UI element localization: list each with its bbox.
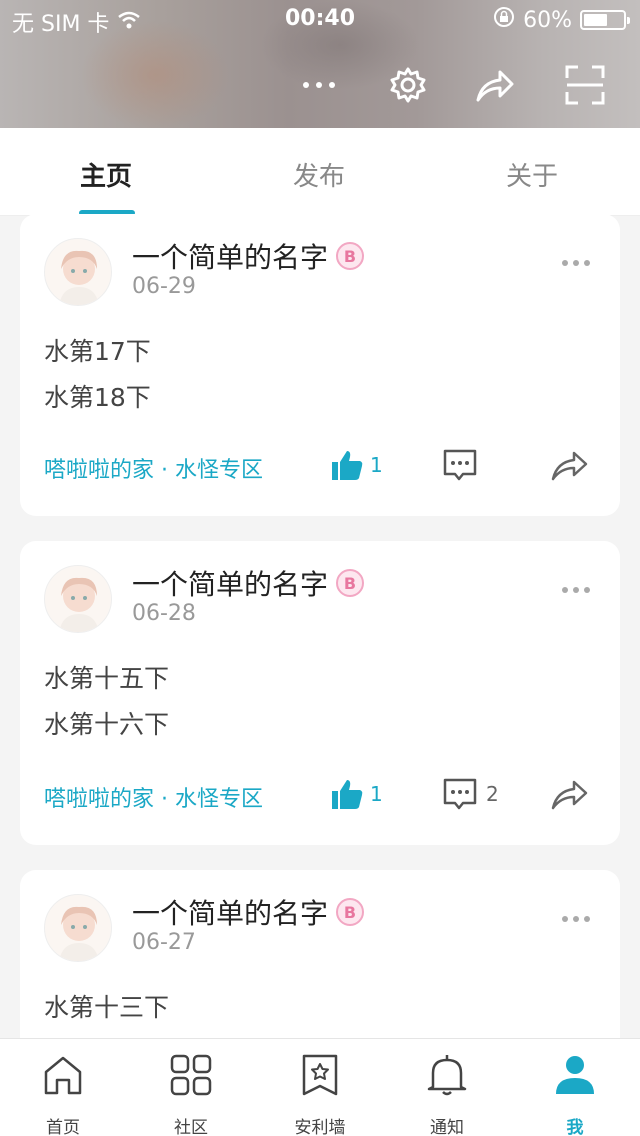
post-text-line: 水第十五下 — [44, 664, 170, 693]
avatar[interactable] — [44, 565, 112, 633]
post-card[interactable]: 一个简单的名字 B 06-28 水第十五下 水第十六下 嗒啦啦的家 · 水怪专区… — [20, 541, 620, 845]
post-share-icon[interactable] — [550, 777, 590, 815]
like-button[interactable]: 1 — [330, 777, 383, 811]
comment-button[interactable]: 2 — [442, 777, 499, 811]
nav-label: 通知 — [430, 1118, 464, 1136]
post-date: 06-27 — [132, 930, 196, 955]
tab-bar: 主页 发布 关于 — [0, 128, 640, 216]
post-footer: 嗒啦啦的家 · 水怪专区 1 — [20, 448, 620, 488]
level-badge-icon: B — [336, 569, 365, 597]
post-date: 06-28 — [132, 601, 196, 626]
post-more-icon[interactable] — [562, 587, 590, 593]
nav-label: 首页 — [46, 1118, 80, 1136]
nav-notifications[interactable]: 通知 — [402, 1051, 492, 1136]
user-icon — [530, 1051, 620, 1099]
comment-count: 2 — [486, 782, 499, 806]
thumbs-up-icon — [332, 780, 363, 809]
bottom-navigation: 首页 社区 安利墙 通知 我 — [0, 1038, 640, 1136]
scan-icon[interactable] — [560, 60, 610, 110]
settings-icon[interactable] — [383, 60, 433, 110]
battery-percent: 60% — [523, 7, 572, 33]
bookmark-star-icon — [275, 1051, 365, 1099]
more-icon[interactable] — [294, 60, 344, 110]
grid-icon — [146, 1051, 236, 1099]
nav-community[interactable]: 社区 — [146, 1051, 236, 1136]
post-share-icon[interactable] — [550, 448, 590, 486]
nav-label: 我 — [566, 1118, 584, 1136]
nav-label: 社区 — [174, 1118, 208, 1136]
battery-icon — [580, 10, 630, 30]
username[interactable]: 一个简单的名字 B — [132, 892, 365, 932]
home-icon — [18, 1051, 108, 1099]
username-text: 一个简单的名字 — [132, 241, 329, 274]
like-count: 1 — [370, 782, 383, 806]
username-text: 一个简单的名字 — [132, 568, 329, 601]
tab-home[interactable]: 主页 — [80, 156, 132, 193]
comment-icon — [443, 449, 477, 481]
nav-home[interactable]: 首页 — [18, 1051, 108, 1136]
comment-icon — [443, 778, 477, 810]
status-bar: 无 SIM 卡 00:40 60% — [0, 0, 640, 40]
post-more-icon[interactable] — [562, 260, 590, 266]
post-footer: 嗒啦啦的家 · 水怪专区 1 2 — [20, 777, 620, 817]
avatar[interactable] — [44, 894, 112, 962]
post-date: 06-29 — [132, 274, 196, 299]
post-topic-link[interactable]: 嗒啦啦的家 · 水怪专区 — [44, 452, 263, 484]
orientation-lock-icon — [493, 6, 515, 34]
nav-me[interactable]: 我 — [530, 1051, 620, 1136]
thumbs-up-icon — [332, 451, 363, 480]
profile-header: 无 SIM 卡 00:40 60% — [0, 0, 640, 128]
like-button[interactable]: 1 — [330, 448, 383, 482]
post-text-line: 水第17下 — [44, 337, 151, 366]
tab-publish[interactable]: 发布 — [293, 156, 345, 193]
level-badge-icon: B — [336, 242, 365, 270]
post-text-line: 水第18下 — [44, 383, 151, 412]
username-text: 一个简单的名字 — [132, 897, 329, 930]
level-badge-icon: B — [336, 898, 365, 926]
username[interactable]: 一个简单的名字 B — [132, 563, 365, 603]
nav-label: 安利墙 — [294, 1118, 346, 1136]
avatar[interactable] — [44, 238, 112, 306]
username[interactable]: 一个简单的名字 B — [132, 236, 365, 276]
post-more-icon[interactable] — [562, 916, 590, 922]
nav-recommend-wall[interactable]: 安利墙 — [275, 1051, 365, 1136]
tab-about[interactable]: 关于 — [506, 156, 558, 193]
share-icon[interactable] — [470, 60, 520, 110]
like-count: 1 — [370, 453, 383, 477]
post-topic-link[interactable]: 嗒啦啦的家 · 水怪专区 — [44, 781, 263, 813]
post-text-line: 水第十三下 — [44, 993, 170, 1022]
post-text-line: 水第十六下 — [44, 710, 170, 739]
post-card[interactable]: 一个简单的名字 B 06-29 水第17下 水第18下 嗒啦啦的家 · 水怪专区… — [20, 214, 620, 516]
bell-icon — [402, 1051, 492, 1099]
comment-button[interactable] — [442, 448, 486, 482]
